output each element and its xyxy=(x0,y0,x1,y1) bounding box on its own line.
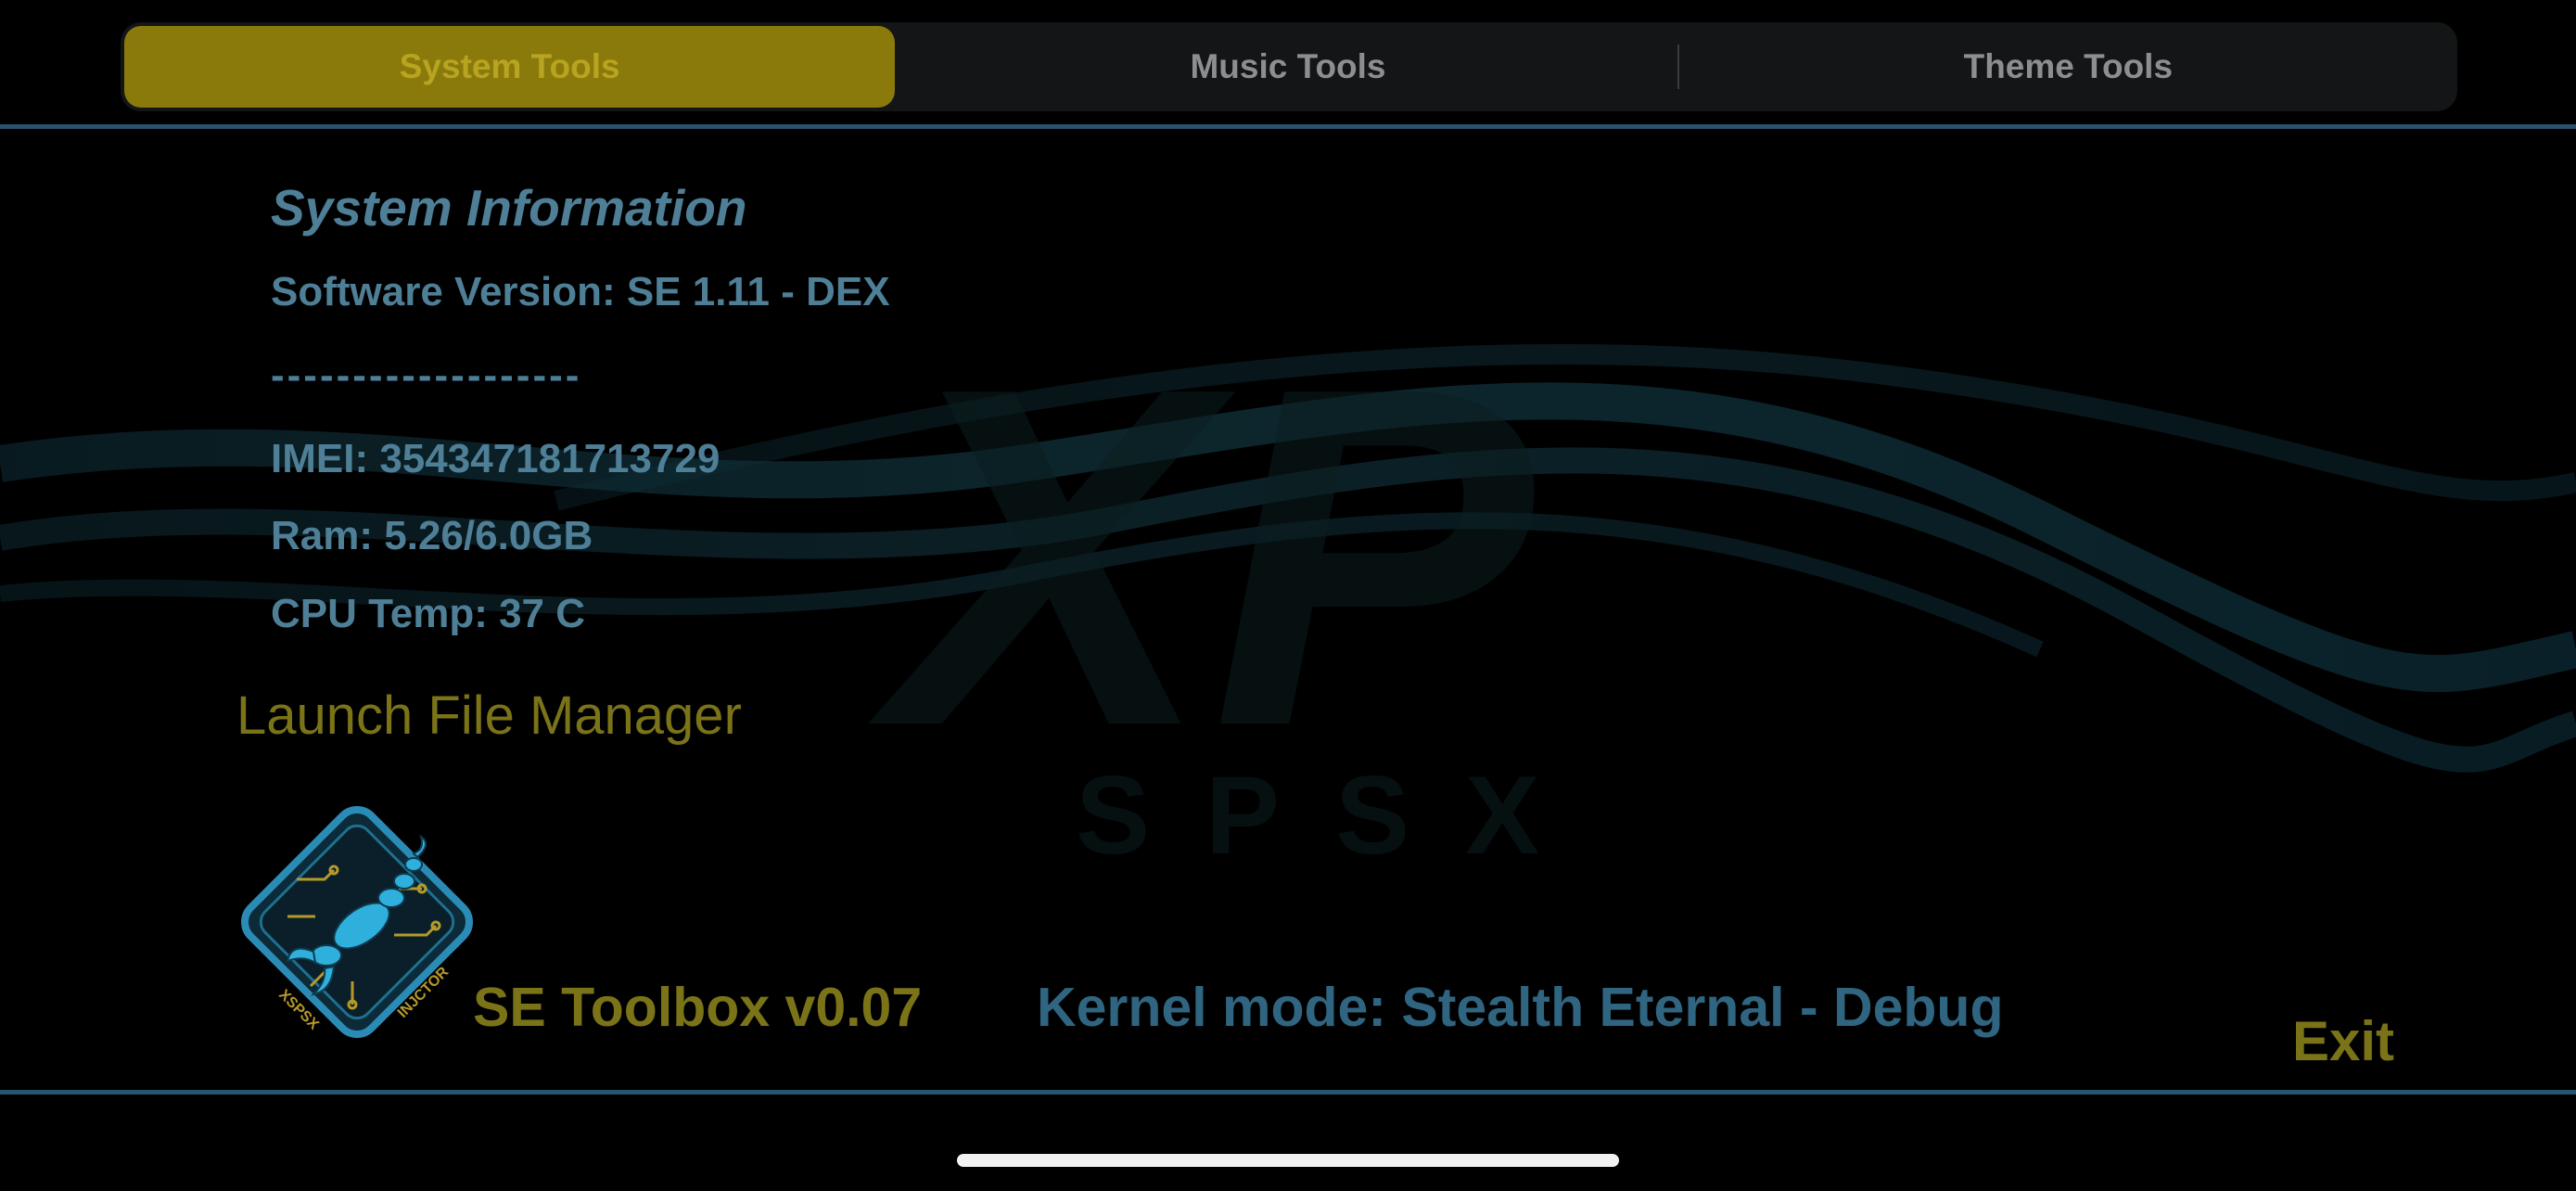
cpu-temp: CPU Temp: 37 C xyxy=(271,591,586,636)
tab-music-tools[interactable]: Music Tools xyxy=(902,26,1673,108)
tab-label: Music Tools xyxy=(1190,47,1386,85)
ram: Ram: 5.26/6.0GB xyxy=(271,513,593,558)
watermark-sub-text: SPSX xyxy=(1076,753,1595,877)
xp-watermark: XP SPSX xyxy=(868,288,1595,877)
home-indicator[interactable] xyxy=(957,1154,1619,1167)
scorpion-circuit-icon: XSPSX INJCTOR xyxy=(241,806,473,1038)
watermark-big-text: XP xyxy=(868,288,1537,826)
app-screen: XP SPSX System Tools Music Tools Theme T… xyxy=(0,0,2576,1191)
tab-system-tools[interactable]: System Tools xyxy=(124,26,896,108)
info-separator: ------------------- xyxy=(271,352,582,398)
launch-file-manager-button[interactable]: Launch File Manager xyxy=(236,685,742,747)
tab-theme-tools[interactable]: Theme Tools xyxy=(1683,26,2454,108)
tab-label: Theme Tools xyxy=(1963,47,2174,85)
toolbox-version-label: SE Toolbox v0.07 xyxy=(473,977,923,1038)
bottom-divider xyxy=(0,1090,2576,1095)
exit-button[interactable]: Exit xyxy=(2292,1009,2394,1073)
imei: IMEI: 354347181713729 xyxy=(271,436,721,481)
kernel-mode-label: Kernel mode: Stealth Eternal - Debug xyxy=(1037,977,2004,1038)
tab-bar: System Tools Music Tools Theme Tools xyxy=(121,22,2457,111)
top-divider xyxy=(0,124,2576,129)
system-info-title: System Information xyxy=(271,179,747,237)
software-version: Software Version: SE 1.11 - DEX xyxy=(271,269,890,314)
tab-separator xyxy=(1677,45,1679,89)
tab-label: System Tools xyxy=(399,47,620,85)
